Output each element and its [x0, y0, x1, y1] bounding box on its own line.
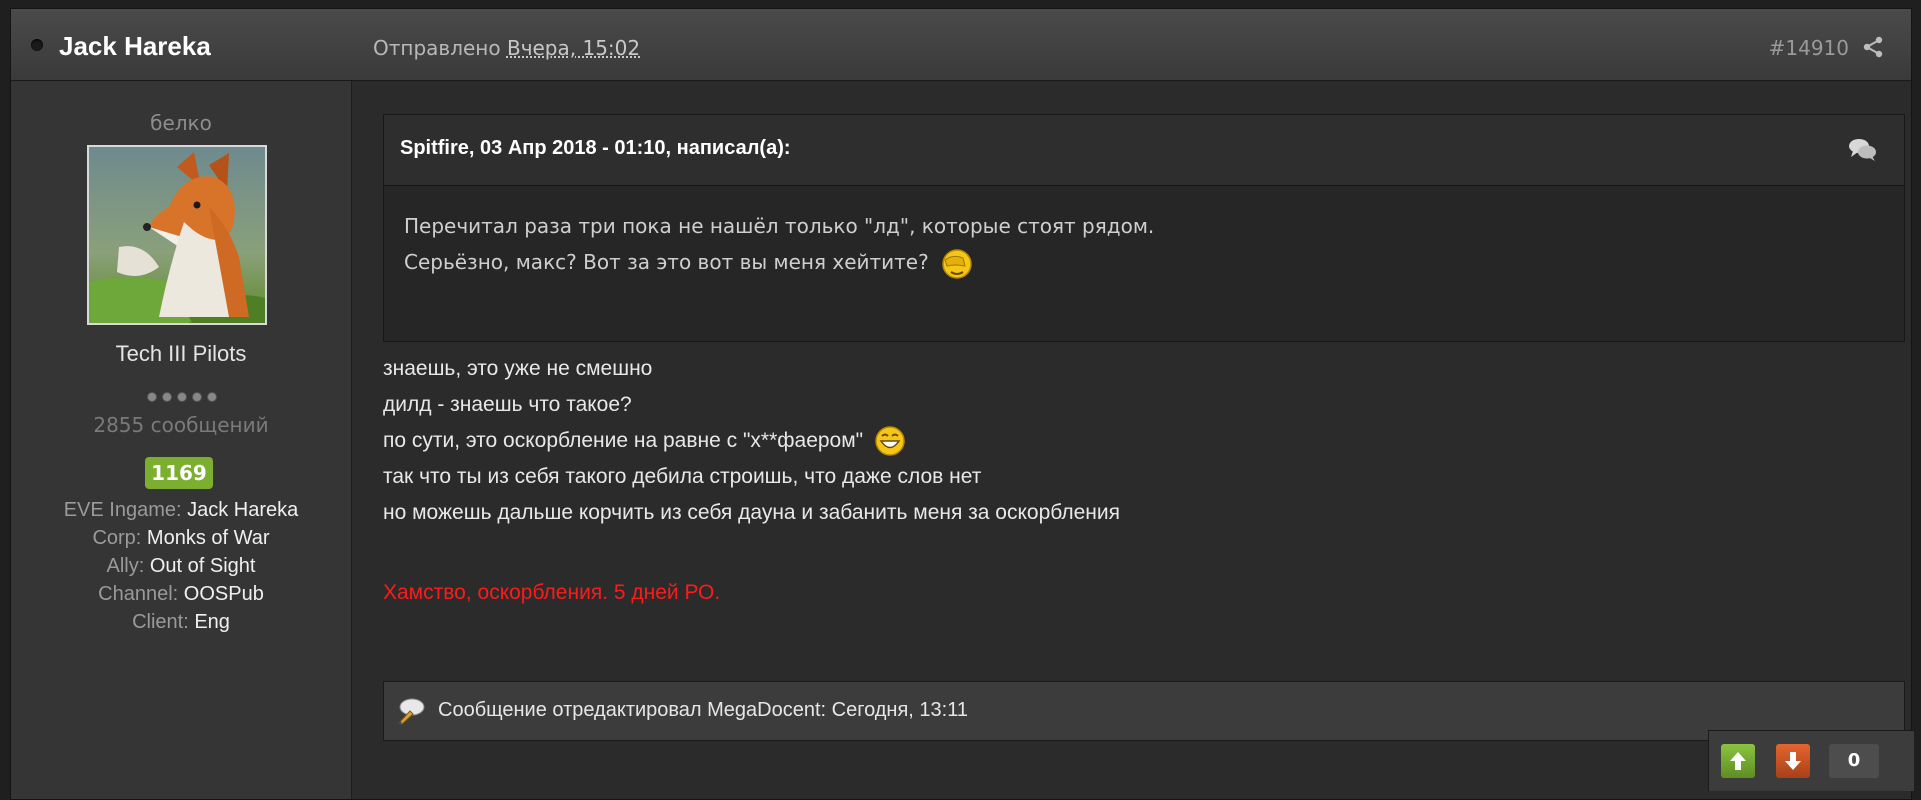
profile-field-eve-ingame: EVE Ingame: Jack Hareka [11, 499, 351, 522]
profile-field-channel: Channel: OOSPub [11, 583, 351, 606]
reputation-up-button[interactable] [1721, 744, 1755, 778]
rank-pip [207, 392, 217, 402]
post-count: 2855 сообщений [93, 413, 269, 437]
rank-pip [177, 392, 187, 402]
rank-pips [142, 387, 222, 402]
field-label: Channel: [98, 583, 179, 605]
post-line: дилд - знаешь что такое? [383, 393, 632, 416]
post-line: но можешь дальше корчить из себя дауна и… [383, 501, 1120, 524]
field-label: EVE Ingame: [63, 499, 182, 521]
field-value: Out of Sight [149, 555, 256, 577]
post-header: Jack Hareka Отправлено Вчера, 15:02 #149… [11, 9, 1911, 81]
post-number-link[interactable]: #14910 [1769, 36, 1849, 60]
laughing-emoji-icon [875, 426, 905, 457]
quote-line: Серьёзно, макс? Вот за это вот вы меня х… [404, 244, 1884, 282]
member-rank-title: белко [150, 111, 212, 135]
quote-header: Spitfire, 03 Апр 2018 - 01:10, написал(а… [384, 115, 1904, 186]
quote-citation[interactable]: Spitfire, 03 Апр 2018 - 01:10, написал(а… [400, 137, 791, 160]
moderator-note: Хамство, оскорбления. 5 дней РО. [383, 581, 721, 604]
field-value: OOSPub [183, 583, 264, 605]
field-label: Ally: [106, 555, 145, 577]
author-name-link[interactable]: Jack Hareka [59, 31, 211, 62]
rank-pip [162, 392, 172, 402]
member-group: Tech III Pilots [115, 341, 247, 366]
reputation-down-button[interactable] [1776, 744, 1810, 778]
field-label: Corp: [92, 527, 142, 549]
arrow-down-icon [1785, 752, 1801, 770]
quote-line-text: Серьёзно, макс? Вот за это вот вы меня х… [404, 250, 929, 274]
author-info-panel: белко Tech III Pilots 2855 сообщений 116… [11, 81, 352, 799]
rank-pip [147, 392, 157, 402]
post-body: знаешь, это уже не смешно дилд - знаешь … [383, 351, 1120, 531]
profile-field-client: Client: Eng [11, 611, 351, 634]
field-value: Jack Hareka [187, 499, 299, 521]
offline-status-icon [31, 39, 43, 51]
edit-note-text: Сообщение отредактировал MegaDocent: Сег… [438, 699, 968, 721]
arrow-up-icon [1730, 752, 1746, 770]
rank-pip [192, 392, 202, 402]
posted-info: Отправлено Вчера, 15:02 [373, 36, 640, 60]
forum-post: Jack Hareka Отправлено Вчера, 15:02 #149… [10, 8, 1912, 800]
post-line: по сути, это оскорбление на равне с "х**… [383, 423, 1120, 459]
field-label: Client: [132, 611, 189, 633]
avatar[interactable] [87, 145, 267, 325]
field-value: Eng [194, 611, 230, 633]
edit-note-icon [398, 698, 425, 725]
quote-line: Перечитал раза три пока не нашёл только … [404, 214, 1155, 238]
post-line: знаешь, это уже не смешно [383, 357, 653, 380]
share-icon[interactable] [1861, 35, 1885, 59]
quote-body: Перечитал раза три пока не нашёл только … [384, 186, 1904, 304]
edit-info-bar: Сообщение отредактировал MegaDocent: Сег… [383, 681, 1905, 741]
profile-field-ally: Ally: Out of Sight [11, 555, 351, 578]
reputation-controls: 0 [1708, 730, 1914, 791]
facepalm-emoji-icon [941, 248, 972, 279]
posted-prefix: Отправлено [373, 36, 501, 60]
posted-date: Вчера, 15:02 [506, 36, 641, 60]
reputation-value: 0 [1829, 744, 1879, 778]
field-value: Monks of War [146, 527, 270, 549]
quote-block: Spitfire, 03 Апр 2018 - 01:10, написал(а… [383, 114, 1905, 342]
profile-field-corp: Corp: Monks of War [11, 527, 351, 550]
post-line-text: по сути, это оскорбление на равне с "х**… [383, 429, 864, 452]
post-line: так что ты из себя такого дебила строишь… [383, 465, 982, 488]
reputation-badge: 1169 [145, 457, 213, 489]
speech-bubbles-icon [1849, 139, 1876, 161]
fox-avatar-image [89, 147, 265, 323]
